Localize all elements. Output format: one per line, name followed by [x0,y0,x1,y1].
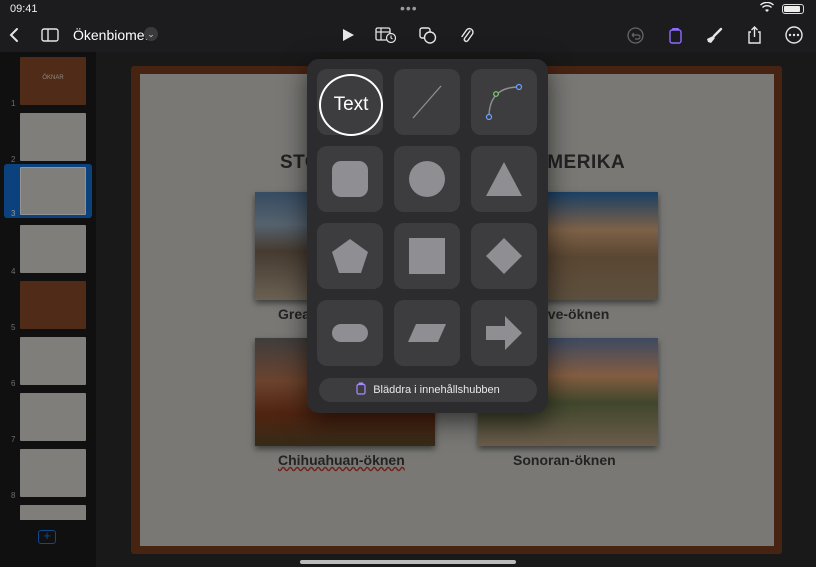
ellipsis-icon[interactable] [783,18,805,52]
play-icon[interactable] [339,18,357,52]
text-label: Text [333,94,369,115]
shapes-icon[interactable] [417,18,439,52]
circle-icon[interactable] [394,146,460,212]
wifi-icon [760,1,774,16]
pill-icon[interactable] [317,300,383,366]
multitasking-dots[interactable]: ••• [400,0,418,16]
back-icon[interactable] [4,18,24,52]
curve-icon[interactable] [471,69,537,135]
home-indicator[interactable] [300,560,516,564]
toolbar: Ökenbiomet ⌄ [0,18,816,52]
library-icon [356,382,366,398]
document-title[interactable]: Ökenbiomet [73,27,148,43]
triangle-icon[interactable] [471,146,537,212]
square-icon[interactable] [394,223,460,289]
undo-icon[interactable] [625,18,645,52]
clock: 09:41 [10,3,38,15]
browse-content-hub-button[interactable]: Bläddra i innehållshubben [319,378,537,402]
line-icon[interactable] [394,69,460,135]
battery-icon [782,4,804,14]
status-bar: 09:41 ••• [0,0,816,18]
title-chevron-down-icon[interactable]: ⌄ [144,27,158,41]
arrow-icon[interactable] [471,300,537,366]
diamond-icon[interactable] [471,223,537,289]
table-icon[interactable] [374,18,398,52]
text-box-button[interactable]: Text [319,74,383,136]
sidebar-icon[interactable] [40,18,60,52]
library-icon[interactable] [665,18,685,52]
hub-label: Bläddra i innehållshubben [373,384,500,396]
share-icon[interactable] [744,18,764,52]
pentagon-icon[interactable] [317,223,383,289]
parallelogram-icon[interactable] [394,300,460,366]
rounded-square-icon[interactable] [317,146,383,212]
paintbrush-icon[interactable] [704,18,724,52]
paperclip-icon[interactable] [457,18,477,52]
